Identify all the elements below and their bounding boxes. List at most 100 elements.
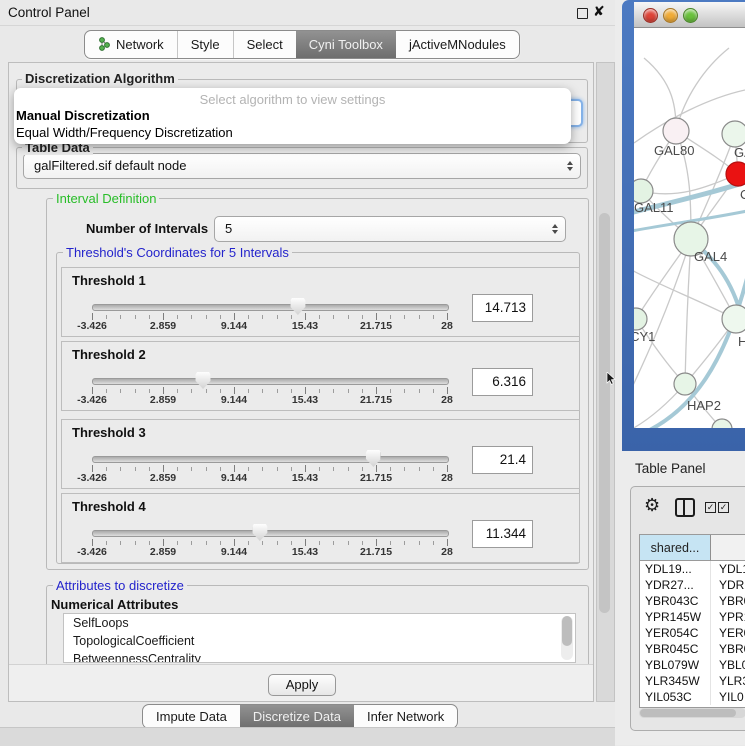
split-columns-icon[interactable]	[675, 498, 695, 517]
mouse-cursor	[606, 372, 616, 385]
svg-text:GAL80: GAL80	[654, 143, 694, 158]
threshold-2-slider[interactable]	[92, 378, 449, 385]
network-view-window: GAL80 GA C GAL11 GAL4 GCY1 H HAP2	[622, 0, 745, 451]
number-of-intervals-combobox[interactable]: 5	[214, 216, 566, 242]
network-window-titlebar[interactable]	[634, 2, 745, 28]
table-row[interactable]: YBR043CYBR0	[640, 593, 745, 609]
algorithm-dropdown-popup: Select algorithm to view settings Manual…	[14, 88, 571, 144]
threshold-1-value-field[interactable]: 14.713	[472, 294, 533, 322]
threshold-2-label: Threshold 2	[72, 347, 146, 362]
attributes-group-title: Attributes to discretize	[53, 578, 187, 593]
table-row[interactable]: YBL079WYBL0	[640, 657, 745, 673]
table-data-combobox[interactable]: galFiltered.sif default node	[23, 153, 581, 179]
close-icon[interactable]: ✘	[593, 3, 605, 20]
threshold-3-slider[interactable]	[92, 456, 449, 463]
threshold-4-panel: Threshold 4 -3.4262.8599.14415.4321.7152…	[61, 493, 580, 563]
column-header-shared-name[interactable]: shared...	[640, 535, 711, 561]
number-of-intervals-label: Number of Intervals	[86, 221, 208, 236]
threshold-3-value-field[interactable]: 21.4	[472, 446, 533, 474]
thresholds-group-title: Threshold's Coordinates for 5 Intervals	[63, 245, 292, 260]
tab-network[interactable]: Network	[85, 31, 177, 58]
bottom-strip	[0, 727, 615, 746]
combo-stepper-icon	[567, 161, 573, 171]
tab-style[interactable]: Style	[177, 31, 233, 58]
svg-text:GA: GA	[734, 145, 745, 160]
list-item[interactable]: BetweennessCentrality	[64, 650, 575, 663]
tab-cyni-toolbox[interactable]: Cyni Toolbox	[296, 31, 396, 58]
minimize-traffic-light-icon[interactable]	[663, 8, 678, 23]
table-horizontal-scrollbar[interactable]	[639, 708, 745, 718]
table-panel-title: Table Panel	[635, 461, 706, 476]
svg-text:GAL4: GAL4	[694, 249, 727, 264]
option-equal-width-frequency[interactable]: Equal Width/Frequency Discretization	[16, 125, 233, 140]
tab-infer-network[interactable]: Infer Network	[354, 705, 457, 728]
algorithm-group-title: Discretization Algorithm	[22, 71, 178, 86]
panel-title: Control Panel	[8, 5, 90, 20]
tab-discretize-data[interactable]: Discretize Data	[240, 705, 354, 728]
apply-band: Apply	[9, 664, 593, 702]
column-header-name[interactable]: name	[711, 535, 745, 561]
algorithm-hint: Select algorithm to view settings	[14, 92, 571, 107]
threshold-3-label: Threshold 3	[72, 425, 146, 440]
table-header-row: shared... name	[640, 535, 745, 561]
numerical-attributes-label: Numerical Attributes	[51, 597, 178, 612]
slider-axis-labels: -3.4262.8599.14415.4321.71528	[92, 472, 447, 484]
scrollbar-thumb[interactable]	[640, 709, 736, 717]
threshold-4-slider[interactable]	[92, 530, 449, 537]
svg-text:HAP2: HAP2	[687, 398, 721, 413]
cyni-toolbox-content: Discretization Algorithm Select algorith…	[8, 62, 594, 702]
control-panel-tabs: Network Style Select Cyni Toolbox jActiv…	[84, 30, 520, 59]
list-item[interactable]: TopologicalCoefficient	[64, 632, 575, 650]
slider-axis-labels: -3.4262.8599.14415.4321.71528	[92, 546, 447, 558]
table-row[interactable]: YLR345WYLR3	[640, 673, 745, 689]
control-panel: Control Panel ✘ Network Style Select Cyn…	[0, 0, 616, 745]
attributes-listbox: SelfLoops TopologicalCoefficient Between…	[63, 613, 576, 663]
number-of-intervals-value: 5	[225, 217, 232, 241]
table-row[interactable]: YER054CYER0	[640, 625, 745, 641]
threshold-4-label: Threshold 4	[72, 499, 146, 514]
scrollbar-thumb[interactable]	[599, 213, 610, 613]
tab-jactivemnodules[interactable]: jActiveMNodules	[396, 31, 519, 58]
option-manual-discretization[interactable]: Manual Discretization	[16, 108, 150, 123]
threshold-1-label: Threshold 1	[72, 273, 146, 288]
table-row[interactable]: YPR145WYPR1	[640, 609, 745, 625]
interval-definition-title: Interval Definition	[53, 191, 159, 206]
table-data-value: galFiltered.sif default node	[34, 154, 186, 178]
apply-button[interactable]: Apply	[268, 674, 336, 696]
threshold-1-panel: Threshold 1 -3.4262.8599.14415.4321.7152…	[61, 267, 580, 337]
close-traffic-light-icon[interactable]	[643, 8, 658, 23]
threshold-2-panel: Threshold 2 -3.4262.8599.14415.4321.7152…	[61, 341, 580, 411]
svg-text:GCY1: GCY1	[634, 329, 655, 344]
slider-axis-labels: -3.4262.8599.14415.4321.71528	[92, 394, 447, 406]
table-row[interactable]: YBR045CYBR0	[640, 641, 745, 657]
column-visibility-icons[interactable]: ✓ ✓	[705, 502, 735, 514]
network-graph: GAL80 GA C GAL11 GAL4 GCY1 H HAP2	[634, 28, 745, 428]
threshold-4-value-field[interactable]: 11.344	[472, 520, 533, 548]
network-icon	[98, 37, 111, 52]
slider-axis-labels: -3.4262.8599.14415.4321.71528	[92, 320, 447, 332]
svg-text:C: C	[740, 187, 745, 202]
control-panel-titlebar: Control Panel ✘	[0, 0, 615, 26]
checkbox-icon: ✓	[718, 502, 729, 513]
table-row[interactable]: YDL19...YDL1	[640, 561, 745, 577]
node-table: shared... name YDL19...YDL1 YDR27...YDR2…	[639, 534, 745, 708]
table-row[interactable]: YIL053CYIL0	[640, 689, 745, 705]
tab-select[interactable]: Select	[233, 31, 296, 58]
tab-impute-data[interactable]: Impute Data	[143, 705, 240, 728]
checkbox-icon: ✓	[705, 502, 716, 513]
gear-icon[interactable]: ⚙	[644, 495, 660, 516]
svg-text:GAL11: GAL11	[634, 200, 674, 215]
svg-text:H: H	[738, 334, 745, 349]
cyni-bottom-tabs: Impute Data Discretize Data Infer Networ…	[142, 704, 458, 729]
threshold-3-panel: Threshold 3 -3.4262.8599.14415.4321.7152…	[61, 419, 580, 489]
threshold-1-slider[interactable]	[92, 304, 449, 311]
float-window-icon[interactable]	[577, 8, 588, 19]
table-panel: ⚙ ✓ ✓ shared... name YDL19...YDL1 YDR27.…	[630, 486, 745, 731]
zoom-traffic-light-icon[interactable]	[683, 8, 698, 23]
threshold-2-value-field[interactable]: 6.316	[472, 368, 533, 396]
list-scrollbar[interactable]	[561, 616, 573, 660]
network-canvas[interactable]: GAL80 GA C GAL11 GAL4 GCY1 H HAP2	[634, 28, 745, 428]
list-item[interactable]: SelfLoops	[64, 614, 575, 632]
combo-stepper-icon	[552, 224, 558, 234]
table-row[interactable]: YDR27...YDR2	[640, 577, 745, 593]
